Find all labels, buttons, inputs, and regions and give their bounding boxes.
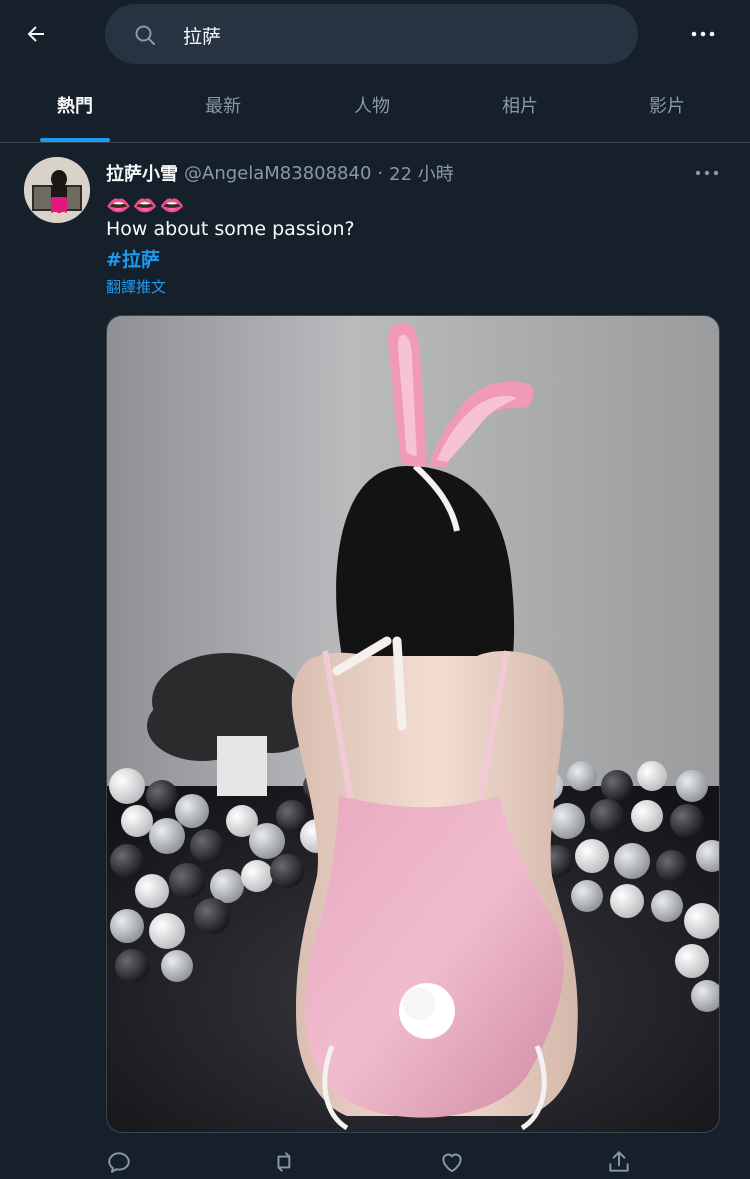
active-tab-indicator bbox=[40, 138, 110, 142]
avatar[interactable] bbox=[24, 157, 90, 223]
tab-photos[interactable]: 相片 bbox=[445, 68, 595, 142]
translate-tweet-link[interactable]: 翻譯推文 bbox=[106, 276, 166, 297]
top-bar bbox=[0, 0, 750, 68]
tab-latest[interactable]: 最新 bbox=[148, 68, 298, 142]
more-horizontal-icon[interactable] bbox=[694, 165, 720, 181]
share-icon[interactable] bbox=[606, 1149, 632, 1175]
tweet-emoji: 👄👄👄 bbox=[106, 193, 187, 217]
tweet-actions bbox=[0, 1149, 750, 1179]
tweet-header: 拉萨小雪 @AngelaM83808840 · 22 小時 bbox=[106, 159, 454, 187]
tweet-timestamp[interactable]: 22 小時 bbox=[389, 160, 454, 186]
tweet[interactable]: 拉萨小雪 @AngelaM83808840 · 22 小時 👄👄👄 How ab… bbox=[0, 143, 750, 1179]
user-handle[interactable]: @AngelaM83808840 bbox=[184, 163, 371, 184]
search-input[interactable] bbox=[183, 20, 603, 50]
tweet-photo bbox=[107, 316, 719, 1132]
tab-people[interactable]: 人物 bbox=[297, 68, 447, 142]
heart-icon[interactable] bbox=[439, 1149, 465, 1175]
tab-videos[interactable]: 影片 bbox=[592, 68, 742, 142]
tweet-text: How about some passion? bbox=[106, 218, 355, 240]
search-tabs: 熱門 最新 人物 相片 影片 bbox=[0, 68, 750, 143]
back-button[interactable] bbox=[14, 14, 58, 54]
reply-icon[interactable] bbox=[106, 1149, 132, 1175]
search-box[interactable] bbox=[105, 4, 638, 64]
separator-dot: · bbox=[377, 162, 384, 184]
search-icon bbox=[135, 25, 155, 45]
hashtag-link[interactable]: #拉萨 bbox=[106, 245, 160, 272]
more-button[interactable] bbox=[686, 22, 720, 46]
avatar-image bbox=[24, 157, 90, 223]
more-horizontal-icon bbox=[691, 31, 715, 37]
display-name[interactable]: 拉萨小雪 bbox=[106, 160, 178, 186]
tweet-media[interactable] bbox=[106, 315, 720, 1133]
retweet-icon[interactable] bbox=[272, 1149, 298, 1175]
arrow-left-icon bbox=[27, 26, 44, 42]
tab-top[interactable]: 熱門 bbox=[0, 68, 150, 142]
